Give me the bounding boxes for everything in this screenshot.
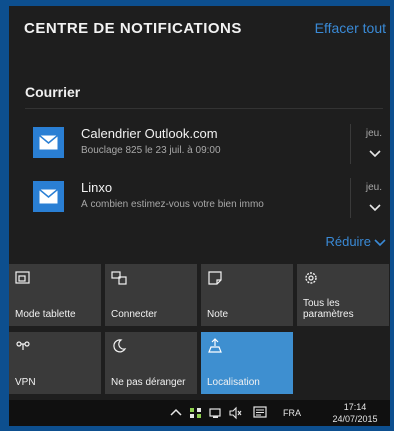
gear-icon (305, 272, 317, 284)
quick-action-all-settings[interactable]: Tous les paramètres (297, 264, 389, 326)
quick-action-tablet-mode[interactable]: Mode tablette (9, 264, 101, 326)
chevron-down-icon[interactable] (368, 200, 382, 212)
clear-all-link[interactable]: Effacer tout (315, 20, 386, 36)
input-language-indicator[interactable]: FRA (283, 408, 301, 418)
mail-icon (33, 127, 64, 158)
quick-action-label: Ne pas déranger (111, 377, 186, 388)
quick-action-empty-slot (297, 332, 389, 394)
taskbar-clock-time[interactable]: 17:14 (327, 402, 383, 412)
action-center-title: CENTRE DE NOTIFICATIONS (24, 20, 242, 37)
action-center-panel: CENTRE DE NOTIFICATIONS Effacer tout Cou… (9, 6, 390, 426)
taskbar: FRA 17:14 24/07/2015 (9, 400, 390, 426)
group-divider (25, 108, 383, 109)
quick-action-label: Note (207, 309, 229, 320)
chevron-down-icon (374, 238, 386, 246)
note-icon (208, 271, 222, 285)
notification-group-title[interactable]: Courrier (25, 84, 80, 100)
quick-action-label: Tous les paramètres (303, 298, 354, 320)
quick-action-note[interactable]: Note (201, 264, 293, 326)
quick-action-do-not-disturb[interactable]: Ne pas déranger (105, 332, 197, 394)
notification-item-outlook-calendar[interactable]: Calendrier Outlook.com Bouclage 825 le 2… (9, 118, 390, 170)
volume-icon[interactable] (229, 406, 243, 420)
network-icon[interactable] (189, 406, 203, 420)
notification-item-linxo[interactable]: Linxo À combien estimez-vous votre bien … (9, 172, 390, 224)
quick-action-location[interactable]: Localisation (201, 332, 293, 394)
action-center-icon[interactable] (253, 406, 267, 420)
notification-title: Calendrier Outlook.com (81, 126, 218, 141)
quick-action-label: Mode tablette (15, 309, 76, 320)
collapse-label: Réduire (325, 234, 371, 249)
chevron-up-icon[interactable] (169, 406, 183, 420)
notification-divider (350, 124, 351, 164)
taskbar-clock-date[interactable]: 24/07/2015 (327, 414, 383, 424)
connect-icon (111, 271, 127, 285)
battery-icon[interactable] (209, 406, 223, 420)
moon-icon (113, 339, 127, 353)
mail-icon (33, 181, 64, 212)
chevron-down-icon[interactable] (368, 146, 382, 158)
quick-action-vpn[interactable]: VPN (9, 332, 101, 394)
quick-actions-grid: Mode tablette Connecter Note Tous les pa… (9, 264, 390, 398)
quick-action-label: VPN (15, 377, 36, 388)
quick-action-label: Connecter (111, 309, 158, 320)
notification-body: À combien estimez-vous votre bien immo (81, 199, 264, 210)
action-center-header: CENTRE DE NOTIFICATIONS Effacer tout (9, 6, 390, 46)
tablet-mode-icon (15, 271, 30, 284)
notification-divider (350, 178, 351, 218)
notification-time: jeu. (365, 182, 382, 193)
quick-action-connect[interactable]: Connecter (105, 264, 197, 326)
collapse-quick-actions-button[interactable]: Réduire (325, 234, 386, 249)
notification-body: Bouclage 825 le 23 juil. à 09:00 (81, 145, 221, 156)
notification-title: Linxo (81, 180, 113, 195)
notification-time: jeu. (365, 128, 382, 139)
location-icon (208, 338, 222, 353)
screenshot-frame: CENTRE DE NOTIFICATIONS Effacer tout Cou… (0, 0, 394, 431)
quick-action-label: Localisation (207, 377, 260, 388)
vpn-icon (16, 341, 30, 350)
